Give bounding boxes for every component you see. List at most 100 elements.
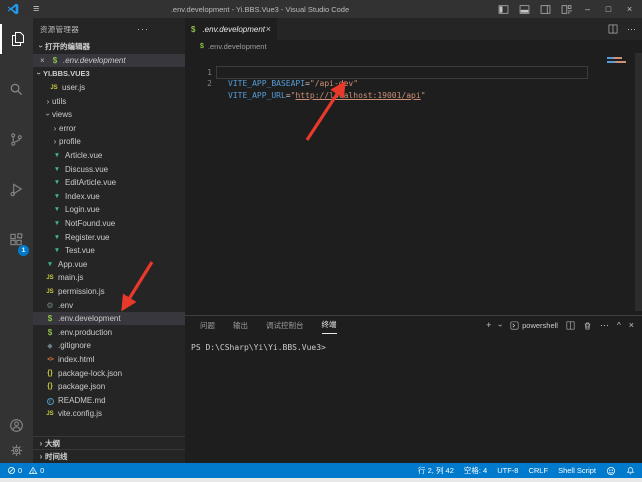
tree-item-views[interactable]: ›views bbox=[33, 108, 185, 122]
shell-file-icon: $ bbox=[45, 328, 55, 337]
cursor-position-status[interactable]: 行 2, 列 42 bbox=[418, 465, 454, 476]
tree-item-EditArticle.vue[interactable]: ▼EditArticle.vue bbox=[33, 176, 185, 190]
split-editor-icon[interactable] bbox=[608, 24, 618, 34]
vue-file-icon: ▼ bbox=[52, 193, 62, 200]
search-icon[interactable] bbox=[0, 74, 33, 104]
panel-tabs: 问题 输出 调试控制台 终端 bbox=[200, 316, 337, 335]
close-button[interactable]: × bbox=[619, 0, 640, 18]
tree-item-Article.vue[interactable]: ▼Article.vue bbox=[33, 149, 185, 163]
js-file-icon: JS bbox=[49, 85, 59, 91]
timeline-label: 时间线 bbox=[45, 451, 68, 462]
tree-item-permission.js[interactable]: JSpermission.js bbox=[33, 285, 185, 299]
tree-item-Register.vue[interactable]: ▼Register.vue bbox=[33, 230, 185, 244]
file-label: App.vue bbox=[58, 260, 87, 269]
file-label: Article.vue bbox=[65, 151, 102, 160]
file-label: package.json bbox=[58, 382, 105, 391]
tree-item-.env.production[interactable]: $.env.production bbox=[33, 325, 185, 339]
run-debug-icon[interactable] bbox=[0, 174, 33, 204]
settings-gear-icon[interactable] bbox=[0, 435, 33, 465]
tree-item-Discuss.vue[interactable]: ▼Discuss.vue bbox=[33, 162, 185, 176]
shell-label: powershell bbox=[522, 321, 558, 330]
indentation-status[interactable]: 空格: 4 bbox=[464, 465, 487, 476]
shell-file-icon: $ bbox=[50, 56, 60, 65]
breadcrumb[interactable]: $ .env.development bbox=[185, 40, 642, 53]
menu-icon[interactable]: ≡ bbox=[33, 0, 39, 18]
warning-count: 0 bbox=[40, 466, 44, 475]
close-editor-icon[interactable]: × bbox=[40, 56, 50, 65]
split-terminal-icon[interactable] bbox=[566, 321, 575, 330]
tree-item-Login.vue[interactable]: ▼Login.vue bbox=[33, 203, 185, 217]
toggle-sidebar-icon[interactable] bbox=[493, 0, 514, 18]
tree-item-Test.vue[interactable]: ▼Test.vue bbox=[33, 244, 185, 258]
tree-item-package.json[interactable]: {}package.json bbox=[33, 380, 185, 394]
tree-item-NotFound.vue[interactable]: ▼NotFound.vue bbox=[33, 217, 185, 231]
code-editor[interactable]: 1 VITE_APP_BASEAPI="/api-dev" 2 VITE_APP… bbox=[185, 53, 642, 315]
tab-label: .env.development bbox=[202, 25, 265, 34]
breadcrumb-item[interactable]: .env.development bbox=[208, 42, 267, 51]
tree-item-.env.development[interactable]: $.env.development bbox=[33, 312, 185, 326]
open-editors-header[interactable]: › 打开的编辑器 bbox=[33, 40, 185, 54]
chevron-expanded-icon: › bbox=[44, 111, 53, 119]
chevron-collapsed-icon: › bbox=[37, 452, 45, 461]
workspace-label: YI.BBS.VUE3 bbox=[43, 69, 90, 78]
terminal-dropdown-icon[interactable]: › bbox=[496, 324, 505, 327]
panel-tab-问题[interactable]: 问题 bbox=[200, 318, 215, 334]
vue-file-icon: ▼ bbox=[52, 179, 62, 186]
workspace-header[interactable]: › YI.BBS.VUE3 bbox=[33, 67, 185, 81]
panel-tab-调试控制台[interactable]: 调试控制台 bbox=[266, 318, 304, 334]
source-control-icon[interactable] bbox=[0, 124, 33, 154]
feedback-smiley-icon[interactable] bbox=[606, 466, 616, 476]
tree-item-profile[interactable]: ›profile bbox=[33, 135, 185, 149]
extensions-icon[interactable]: 1 bbox=[0, 224, 33, 254]
editor-more-actions-icon[interactable]: ⋯ bbox=[627, 24, 636, 35]
kill-terminal-icon[interactable] bbox=[583, 321, 592, 331]
minimap[interactable] bbox=[607, 61, 626, 63]
toggle-panel-icon[interactable] bbox=[514, 0, 535, 18]
terminal-shell-selector[interactable]: powershell bbox=[510, 321, 558, 330]
editor-scrollbar[interactable] bbox=[635, 53, 642, 311]
tab-env-development[interactable]: $ .env.development × bbox=[185, 18, 277, 40]
panel-tab-输出[interactable]: 输出 bbox=[233, 318, 248, 334]
toggle-secondary-sidebar-icon[interactable] bbox=[535, 0, 556, 18]
minimap[interactable] bbox=[607, 57, 622, 59]
minimize-button[interactable]: – bbox=[577, 0, 598, 18]
tree-item-index.html[interactable]: <>index.html bbox=[33, 353, 185, 367]
eol-status[interactable]: CRLF bbox=[528, 466, 548, 475]
customize-layout-icon[interactable] bbox=[556, 0, 577, 18]
chevron-collapsed-icon: › bbox=[44, 97, 52, 106]
close-panel-icon[interactable]: × bbox=[629, 321, 634, 330]
more-actions-icon[interactable]: ··· bbox=[137, 18, 149, 40]
tree-item-App.vue[interactable]: ▼App.vue bbox=[33, 258, 185, 272]
panel-tab-终端[interactable]: 终端 bbox=[322, 317, 337, 334]
new-terminal-icon[interactable]: + bbox=[486, 321, 491, 330]
tree-item-package-lock.json[interactable]: {}package-lock.json bbox=[33, 366, 185, 380]
notifications-bell-icon[interactable] bbox=[626, 466, 635, 476]
tree-item-.gitignore[interactable]: ◆.gitignore bbox=[33, 339, 185, 353]
tab-close-icon[interactable]: × bbox=[266, 24, 271, 34]
tree-item-.env[interactable]: ⚙.env bbox=[33, 298, 185, 312]
tree-item-error[interactable]: ›error bbox=[33, 122, 185, 136]
tree-item-main.js[interactable]: JSmain.js bbox=[33, 271, 185, 285]
timeline-section[interactable]: › 时间线 bbox=[33, 449, 185, 463]
info-file-icon: i bbox=[45, 396, 55, 405]
tree-item-Index.vue[interactable]: ▼Index.vue bbox=[33, 190, 185, 204]
file-label: .env.production bbox=[58, 328, 112, 337]
maximize-panel-icon[interactable]: ^ bbox=[617, 321, 621, 330]
terminal-prompt[interactable]: PS D:\CSharp\Yi\Yi.BBS.Vue3> bbox=[191, 343, 326, 352]
problems-status[interactable]: 0 0 bbox=[7, 466, 44, 475]
url-link[interactable]: http://localhost:19001/api bbox=[295, 91, 420, 100]
tree-item-vite.config.js[interactable]: JSvite.config.js bbox=[33, 407, 185, 421]
file-label: profile bbox=[59, 137, 81, 146]
encoding-status[interactable]: UTF-8 bbox=[497, 466, 518, 475]
language-mode-status[interactable]: Shell Script bbox=[558, 466, 596, 475]
tree-item-utils[interactable]: ›utils bbox=[33, 94, 185, 108]
explorer-icon[interactable] bbox=[0, 24, 33, 54]
tree-item-user.js[interactable]: JSuser.js bbox=[33, 81, 185, 95]
open-editor-item[interactable]: × $ .env.development bbox=[33, 54, 185, 68]
maximize-button[interactable]: □ bbox=[598, 0, 619, 18]
tree-item-README.md[interactable]: iREADME.md bbox=[33, 393, 185, 407]
panel-more-actions-icon[interactable]: ⋯ bbox=[600, 321, 609, 330]
editor-tab-bar: $ .env.development × ⋯ bbox=[185, 18, 642, 40]
activity-bar: 1 bbox=[0, 18, 33, 463]
file-label: index.html bbox=[58, 355, 94, 364]
